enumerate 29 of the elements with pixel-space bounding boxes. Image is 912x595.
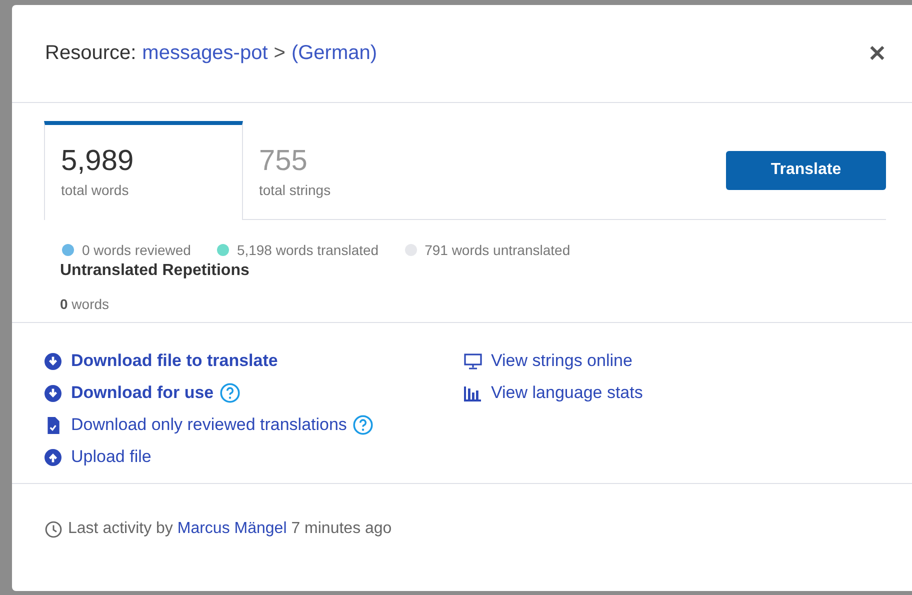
action-link[interactable]: View strings online [491, 351, 632, 371]
legend-label: 791 words untranslated [424, 242, 570, 258]
bar-chart-icon [464, 384, 482, 402]
upload-icon [44, 448, 62, 466]
user-link[interactable]: Marcus Mängel [177, 520, 287, 537]
action-link[interactable]: Download file to translate [71, 351, 278, 371]
download-icon [44, 352, 62, 370]
section-title: Untranslated Repetitions [59, 261, 250, 280]
language-link[interactable]: (German) [291, 42, 378, 65]
action-link[interactable]: Upload file [71, 447, 152, 467]
activity-text: Last activity by Marcus Mängel 7 minutes ago [68, 520, 392, 538]
action-link[interactable]: Download only reviewed translations [71, 415, 347, 435]
breadcrumb-separator: > [274, 42, 286, 65]
action-link[interactable]: View language stats [491, 383, 643, 403]
close-button[interactable]: ✕ [864, 38, 890, 68]
resource-link[interactable]: messages-pot [142, 42, 268, 65]
resource-label: Resource: [45, 42, 136, 65]
legend-label: 5,198 words translated [236, 242, 379, 258]
stat-tab[interactable]: 5,989 total words [44, 121, 243, 220]
translate-button[interactable]: Translate [726, 150, 886, 190]
monitor-icon [464, 352, 482, 370]
help-icon[interactable] [352, 415, 373, 435]
clock-icon [45, 520, 62, 538]
repetition-count: 0 words [59, 295, 110, 312]
action-link[interactable]: Download for use [71, 383, 214, 403]
stat-tab[interactable]: 755 total strings [243, 121, 442, 220]
legend-label: 0 words reviewed [82, 242, 191, 258]
help-icon[interactable] [220, 383, 240, 403]
download-icon [44, 384, 62, 402]
